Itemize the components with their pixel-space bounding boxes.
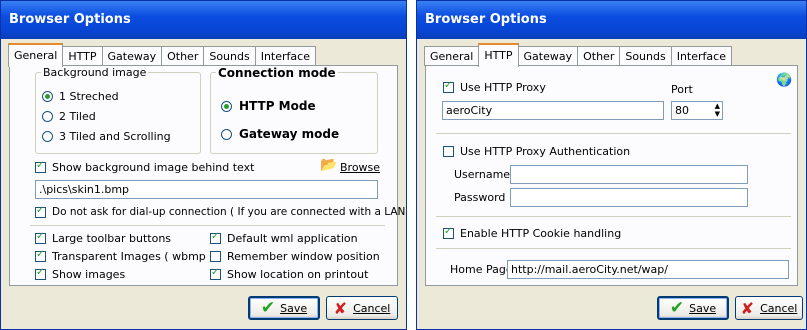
left-tab-general[interactable]: General (8, 43, 64, 67)
opt-large-toolbar-label[interactable]: Large toolbar buttons (52, 232, 171, 245)
bg-image-group: Background image 1 Streched 2 Tiled 3 Ti… (35, 66, 201, 154)
port-label: Port (671, 83, 693, 96)
left-tab-sounds[interactable]: Sounds (203, 46, 256, 66)
proxy-host-input[interactable]: aeroCity (442, 101, 664, 120)
left-save-label: Save (280, 301, 308, 315)
port-value: 80 (675, 104, 689, 117)
username-label: Username (454, 168, 511, 181)
right-save-button[interactable]: ✔ Save (657, 296, 729, 320)
bg-radio-2[interactable] (42, 111, 53, 122)
opt-show-images-label[interactable]: Show images (52, 268, 125, 281)
opt-transparent-label[interactable]: Transparent Images ( wbmp ) (52, 250, 214, 263)
opt-show-location-label[interactable]: Show location on printout (227, 268, 368, 281)
left-cancel-button[interactable]: ✘ Cancel (326, 296, 398, 320)
right-tab-gateway[interactable]: Gateway (517, 46, 579, 66)
username-input[interactable] (510, 165, 748, 184)
conn-radio-gateway-label[interactable]: Gateway mode (239, 127, 339, 141)
separator (30, 225, 385, 226)
opt-default-wml-label[interactable]: Default wml application (227, 232, 358, 245)
bg-radio-3-label[interactable]: 3 Tiled and Scrolling (59, 130, 171, 143)
opt-default-wml-checkbox[interactable] (210, 231, 221, 244)
opt-remember-pos-label[interactable]: Remember window position (227, 250, 380, 263)
opt-transparent-checkbox[interactable] (35, 249, 46, 262)
check-icon: ✔ (260, 298, 276, 318)
opt-show-location-checkbox[interactable] (210, 267, 221, 280)
browse-button[interactable]: Browse (340, 161, 380, 174)
right-tab-other[interactable]: Other (577, 46, 621, 66)
cross-icon: ✘ (333, 298, 348, 318)
use-auth-label[interactable]: Use HTTP Proxy Authentication (460, 145, 630, 158)
left-tab-interface[interactable]: Interface (254, 46, 316, 66)
left-save-button[interactable]: ✔ Save (248, 296, 320, 320)
dialup-label[interactable]: Do not ask for dial-up connection ( If y… (52, 206, 406, 218)
right-tabs: General HTTP Gateway Other Sounds Interf… (424, 43, 732, 67)
dialup-checkbox[interactable] (35, 205, 46, 218)
password-input[interactable] (510, 188, 748, 207)
bg-radio-3[interactable] (42, 131, 53, 142)
right-tab-interface[interactable]: Interface (670, 46, 732, 66)
opt-large-toolbar-checkbox[interactable] (35, 231, 46, 244)
left-tabs: General HTTP Gateway Other Sounds Interf… (8, 43, 316, 67)
right-tab-http[interactable]: HTTP (478, 43, 519, 67)
left-tab-other[interactable]: Other (161, 46, 205, 66)
cookie-checkbox[interactable] (443, 226, 454, 239)
bg-radio-2-label[interactable]: 2 Tiled (59, 110, 96, 123)
conn-radio-gateway[interactable] (221, 129, 232, 140)
globe-icon: 🌍 (776, 73, 793, 88)
right-http-page: Use HTTP Proxy Port 🌍 aeroCity 80 ▲▼ Use… (425, 65, 798, 286)
separator-1 (436, 133, 791, 134)
right-title: Browser Options (417, 1, 806, 39)
conn-mode-title: Connection mode (216, 66, 338, 80)
check-icon: ✔ (669, 298, 685, 318)
opt-show-images-checkbox[interactable] (35, 267, 46, 280)
conn-radio-http-label[interactable]: HTTP Mode (239, 99, 316, 113)
conn-radio-http[interactable] (221, 101, 232, 112)
right-cancel-label: Cancel (760, 301, 798, 315)
bg-path-input[interactable]: .\pics\skin1.bmp (35, 180, 378, 199)
use-auth-checkbox[interactable] (443, 146, 454, 157)
use-proxy-label[interactable]: Use HTTP Proxy (460, 81, 546, 94)
spinner-arrows-icon[interactable]: ▲ ▼ (715, 102, 720, 118)
home-page-input[interactable]: http://mail.aeroCity.net/wap/ (507, 260, 789, 279)
left-tab-http[interactable]: HTTP (62, 46, 103, 66)
use-proxy-checkbox[interactable] (443, 80, 454, 93)
right-cancel-button[interactable]: ✘ Cancel (735, 296, 803, 320)
right-tab-sounds[interactable]: Sounds (619, 46, 672, 66)
bg-radio-1-label[interactable]: 1 Streched (59, 90, 119, 103)
bg-radio-1[interactable] (42, 91, 53, 102)
left-tab-gateway[interactable]: Gateway (101, 46, 163, 66)
left-cancel-label: Cancel (353, 301, 391, 315)
right-save-label: Save (689, 301, 717, 315)
cookie-label[interactable]: Enable HTTP Cookie handling (460, 227, 621, 240)
show-bg-label[interactable]: Show background image behind text (52, 161, 254, 174)
port-spinner[interactable]: 80 ▲ ▼ (671, 101, 723, 120)
conn-mode-group: Connection mode HTTP Mode Gateway mode (210, 66, 378, 154)
left-dialog: Browser Options General HTTP Gateway Oth… (0, 0, 407, 330)
bg-image-group-title: Background image (41, 66, 149, 79)
separator-2 (436, 216, 791, 217)
left-general-page: Background image 1 Streched 2 Tiled 3 Ti… (9, 65, 406, 286)
password-label: Password (454, 191, 506, 204)
right-tab-general[interactable]: General (424, 46, 480, 66)
opt-remember-pos-checkbox[interactable] (210, 251, 221, 262)
folder-icon[interactable]: 📂 (320, 157, 337, 173)
separator-3 (436, 248, 791, 249)
left-title: Browser Options (1, 1, 406, 39)
right-dialog: Browser Options General HTTP Gateway Oth… (416, 0, 807, 330)
show-bg-checkbox[interactable] (35, 160, 46, 173)
home-page-label: Home Page (450, 263, 513, 276)
cross-icon: ✘ (740, 298, 755, 318)
